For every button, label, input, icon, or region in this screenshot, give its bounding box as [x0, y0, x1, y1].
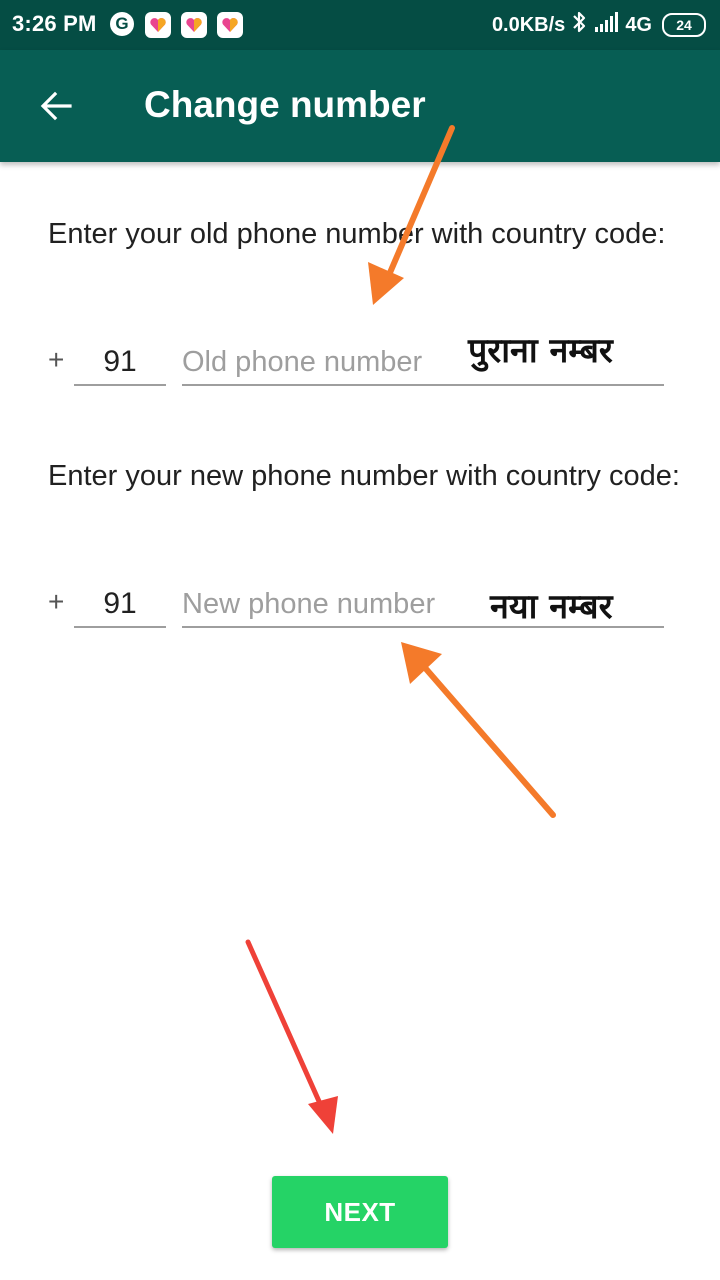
status-right-group: 0.0KB/s 4G 24: [492, 11, 706, 39]
new-number-instruction: Enter your new phone number with country…: [48, 460, 680, 492]
new-number-annotation: नया नम्बर: [490, 587, 613, 627]
bluetooth-icon: [571, 10, 587, 40]
red-arrow-next: [245, 939, 338, 1134]
old-country-code-input[interactable]: 91: [74, 340, 166, 386]
new-country-code-input[interactable]: 91: [74, 582, 166, 628]
likee-icon: [181, 12, 207, 38]
google-icon: G: [110, 12, 134, 36]
arrow-back-icon: [40, 91, 72, 121]
battery-icon: 24: [662, 13, 706, 37]
likee-icon: [217, 12, 243, 38]
orange-arrow-new: [401, 642, 556, 818]
network-type: 4G: [625, 13, 652, 36]
annotation-arrows: [245, 125, 556, 1134]
status-time: 3:26 PM: [12, 11, 97, 36]
old-plus-sign: +: [48, 344, 65, 375]
new-plus-sign: +: [48, 586, 65, 617]
back-button[interactable]: [30, 80, 82, 132]
app-bar: Change number: [0, 50, 720, 162]
status-bar: 3:26 PM G 0.0KB/s 4G 24: [0, 0, 720, 50]
likee-icon: [145, 12, 171, 38]
old-number-annotation: पुराना नम्बर: [468, 331, 613, 371]
old-number-instruction: Enter your old phone number with country…: [48, 218, 666, 250]
page-title: Change number: [144, 84, 426, 125]
signal-icon: [595, 12, 621, 38]
net-speed: 0.0KB/s: [491, 13, 566, 36]
change-number-screen: 3:26 PM G 0.0KB/s 4G 24 Change number En…: [0, 0, 720, 1280]
next-button[interactable]: NEXT: [272, 1176, 448, 1248]
